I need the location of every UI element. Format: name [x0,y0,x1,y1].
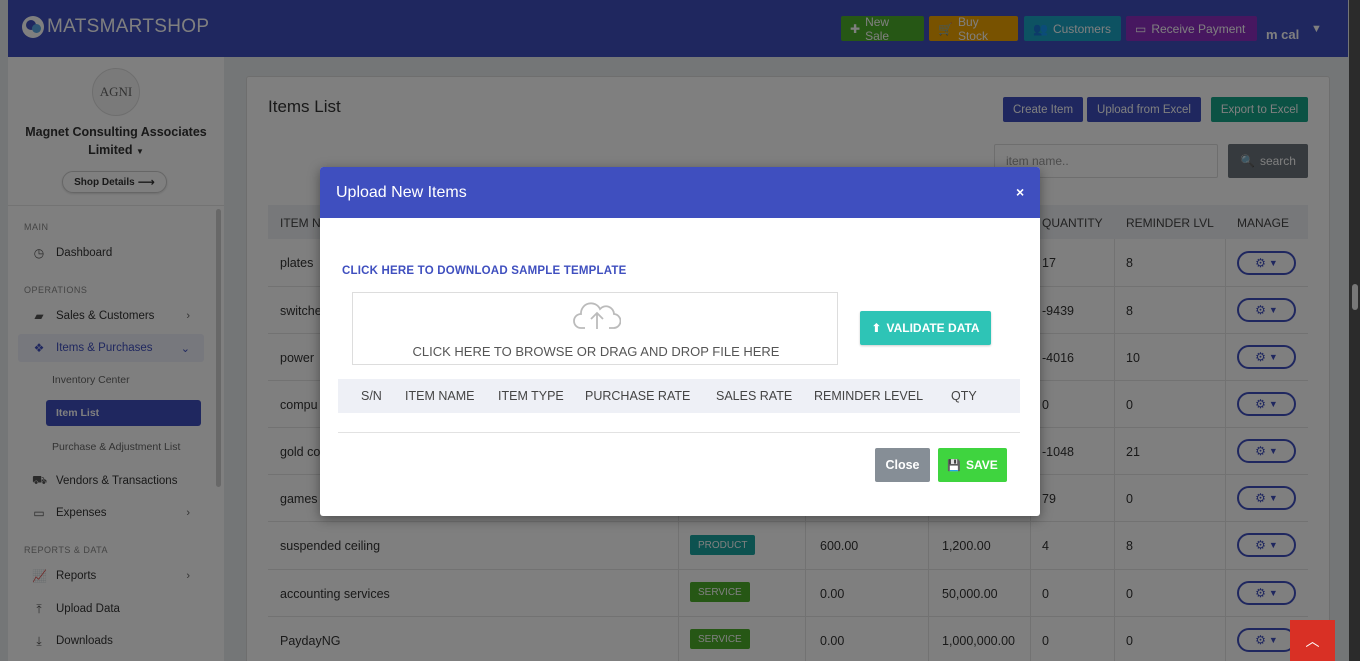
modal-header: Upload New Items × [320,167,1040,218]
upload-items-modal: Upload New Items × CLICK HERE TO DOWNLOA… [320,167,1040,516]
download-template-link[interactable]: CLICK HERE TO DOWNLOAD SAMPLE TEMPLATE [342,265,626,277]
cloud-upload-icon [573,302,621,329]
preview-column-sales-rate: SALES RATE [716,389,793,403]
modal-title: Upload New Items [336,184,467,201]
preview-column-reminder-level: REMINDER LEVEL [814,389,924,403]
page-scrollbar-thumb[interactable] [1352,284,1358,310]
preview-column-item-type: ITEM TYPE [498,389,564,403]
validate-data-button[interactable]: ⬆ VALIDATE DATA [860,311,991,345]
dropzone-text: CLICK HERE TO BROWSE OR DRAG AND DROP FI… [412,344,780,359]
preview-column-qty: QTY [951,389,977,403]
back-to-top-button[interactable]: ︿ [1290,620,1335,661]
preview-column-sn: S/N [361,389,382,403]
upload-icon: ⬆ [871,321,882,335]
save-button[interactable]: 💾 SAVE [938,448,1007,482]
close-icon[interactable]: × [1016,184,1024,200]
modal-footer-divider [338,432,1020,433]
floppy-disk-icon: 💾 [947,459,961,472]
validate-data-label: VALIDATE DATA [886,321,980,335]
chevron-up-icon: ︿ [1305,632,1320,649]
file-dropzone[interactable]: CLICK HERE TO BROWSE OR DRAG AND DROP FI… [352,292,838,365]
page-scrollbar[interactable] [1349,0,1360,661]
preview-column-item-name: ITEM NAME [405,389,475,403]
close-button[interactable]: Close [875,448,930,482]
save-label: SAVE [965,458,998,472]
preview-column-purchase-rate: PURCHASE RATE [585,389,691,403]
